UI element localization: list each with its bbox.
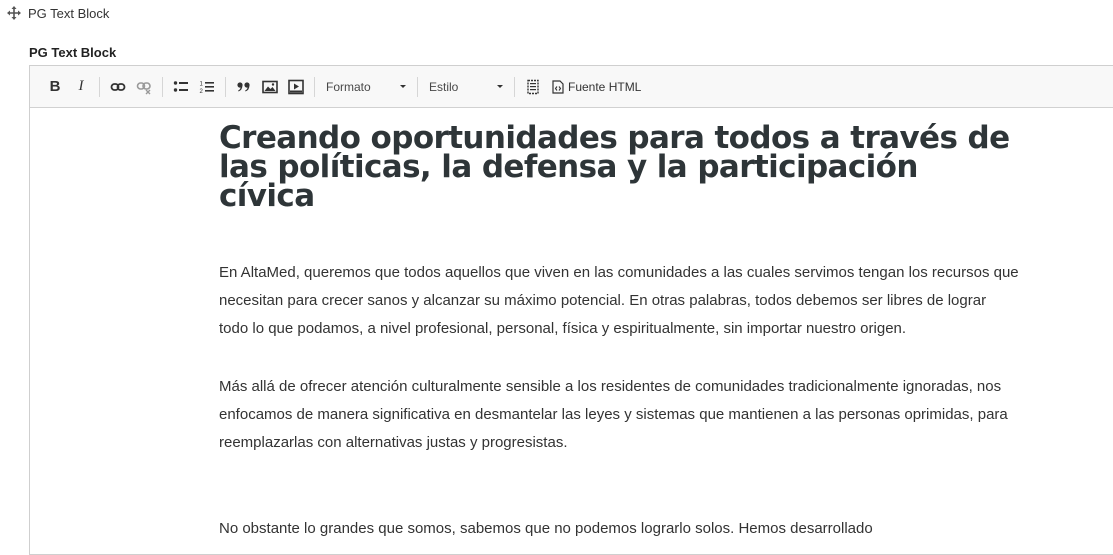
svg-text:1: 1 [200,81,204,87]
block-header: PG Text Block [6,3,109,23]
rich-text-editor: B I 1 2 Formato Estilo Fuente HTML Crean… [29,65,1113,555]
blockquote-button[interactable] [231,73,257,101]
unlink-button[interactable] [131,73,157,101]
move-icon[interactable] [6,5,22,21]
content-paragraph: En AltaMed, queremos que todos aquellos … [219,264,1019,337]
link-button[interactable] [105,73,131,101]
toolbar-separator [514,76,515,97]
numbered-list-icon: 1 2 [200,81,214,95]
bold-button[interactable]: B [42,73,68,101]
italic-button[interactable]: I [68,73,94,101]
content-paragraph: No obstante lo grandes que somos, sabemo… [219,520,873,537]
format-dropdown[interactable]: Formato [320,73,412,101]
toolbar-separator [162,76,163,97]
block-title: PG Text Block [28,5,110,21]
chevron-down-icon [497,85,503,88]
italic-icon: I [78,78,84,94]
source-icon [552,79,564,94]
bulleted-list-icon [173,80,188,92]
show-blocks-button[interactable] [520,73,546,101]
chevron-down-icon [400,85,406,88]
content-heading: Creando oportunidades para todos a travé… [219,120,1010,214]
source-button[interactable]: Fuente HTML [546,73,644,101]
editor-content[interactable]: Creando oportunidades para todos a travé… [219,120,1019,543]
media-button[interactable] [283,73,309,101]
toolbar-separator [99,76,100,97]
svg-text:2: 2 [200,89,204,95]
blockquote-icon [237,81,250,91]
bold-icon: B [49,78,61,95]
style-dropdown[interactable]: Estilo [423,73,509,101]
image-button[interactable] [257,73,283,101]
numbered-list-button[interactable]: 1 2 [194,73,220,101]
content-paragraph: Más allá de ofrecer atención culturalmen… [219,378,1008,451]
editor-toolbar: B I 1 2 Formato Estilo Fuente HTML [30,66,1113,108]
show-blocks-icon [527,79,539,94]
media-icon [288,79,304,94]
style-dropdown-label: Estilo [429,79,459,94]
toolbar-separator [417,76,418,97]
unlink-icon [136,81,151,94]
source-button-label: Fuente HTML [568,79,642,94]
format-dropdown-label: Formato [326,79,371,94]
toolbar-separator [225,76,226,97]
link-icon [110,82,126,91]
field-label: PG Text Block [29,45,117,60]
toolbar-separator [314,76,315,97]
bulleted-list-button[interactable] [168,73,194,101]
image-icon [262,80,278,93]
